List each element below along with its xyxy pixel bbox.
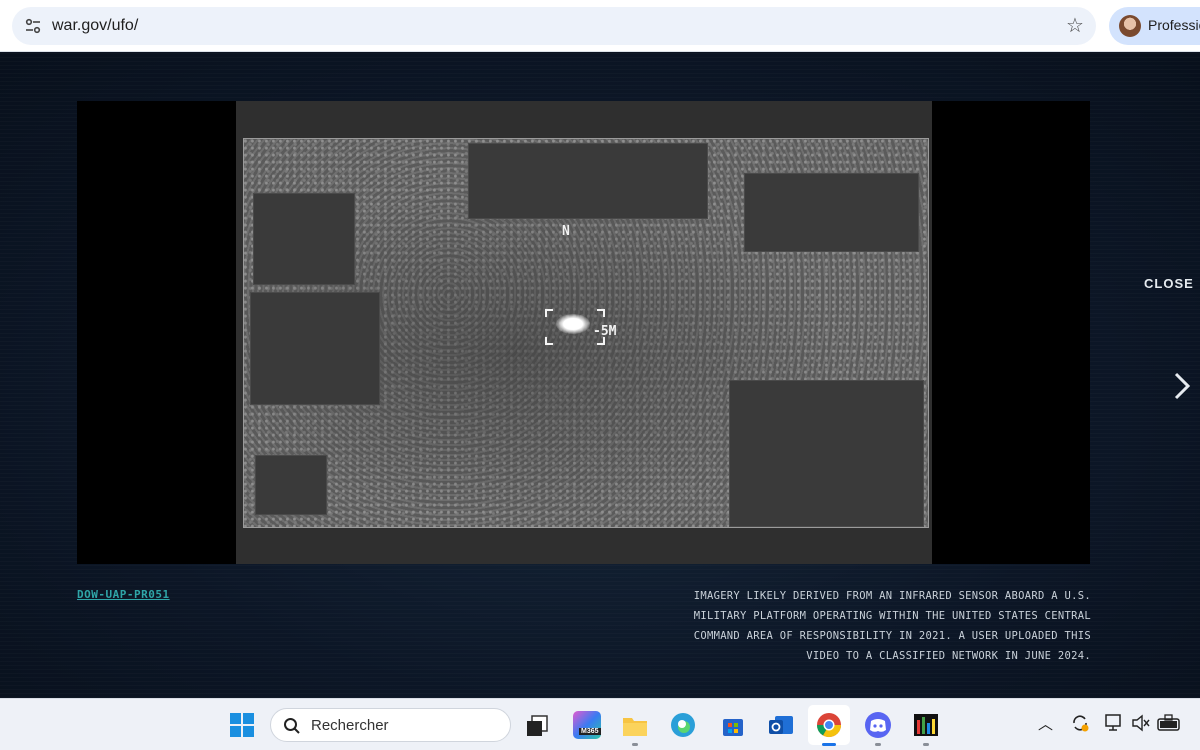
hud-heading-marker: N — [562, 224, 570, 239]
file-explorer-icon[interactable] — [621, 711, 649, 739]
video-player[interactable]: N -5M — [77, 101, 1090, 564]
caption-line: IMAGERY LIKELY DERIVED FROM AN INFRARED … — [693, 590, 1091, 602]
chrome-icon[interactable] — [815, 711, 843, 739]
close-button[interactable]: CLOSE — [1144, 276, 1194, 291]
resource-monitor-icon[interactable] — [912, 711, 940, 739]
discord-icon[interactable] — [864, 711, 892, 739]
sync-icon[interactable] — [1070, 713, 1090, 733]
profile-label: Professio — [1148, 17, 1200, 33]
taskbar: Rechercher M365 ︿ — [0, 698, 1200, 750]
caption-line: MILITARY PLATFORM OPERATING WITHIN THE U… — [693, 610, 1091, 622]
site-info-icon[interactable] — [24, 17, 42, 35]
profile-button[interactable]: Professio — [1109, 7, 1200, 45]
windows-start-icon[interactable] — [228, 711, 256, 739]
redaction-box — [744, 173, 919, 252]
address-bar[interactable]: war.gov/ufo/ ☆ — [12, 7, 1096, 45]
microsoft-store-icon[interactable] — [719, 711, 747, 739]
edge-icon[interactable] — [669, 711, 697, 739]
infrared-imagery: N -5M — [243, 138, 929, 528]
volume-muted-icon[interactable] — [1131, 714, 1151, 732]
avatar — [1119, 15, 1141, 37]
video-content: N -5M — [236, 101, 932, 564]
battery-icon[interactable] — [1157, 713, 1183, 733]
running-indicator — [875, 743, 881, 746]
browser-toolbar: war.gov/ufo/ ☆ Professio — [0, 0, 1200, 52]
m365-copilot-icon[interactable]: M365 — [573, 711, 601, 739]
running-indicator — [632, 743, 638, 746]
chevron-up-icon[interactable]: ︿ — [1038, 713, 1053, 734]
hud-range-readout: -5M — [593, 324, 617, 339]
bookmark-star-icon[interactable]: ☆ — [1062, 13, 1088, 39]
running-indicator — [923, 743, 929, 746]
chevron-right-icon[interactable] — [1170, 370, 1194, 402]
imagery-caption: IMAGERY LIKELY DERIVED FROM AN INFRARED … — [600, 586, 1091, 666]
taskbar-search[interactable]: Rechercher — [270, 708, 511, 742]
search-placeholder: Rechercher — [311, 717, 389, 734]
redaction-box — [253, 193, 355, 285]
redaction-box — [729, 380, 924, 527]
redaction-box — [255, 455, 327, 515]
caption-line: COMMAND AREA OF RESPONSIBILITY IN 2021. … — [693, 630, 1091, 642]
running-indicator — [822, 743, 836, 746]
redaction-box — [250, 292, 380, 405]
display-icon[interactable] — [1105, 714, 1125, 732]
outlook-icon[interactable] — [767, 711, 795, 739]
url-text[interactable]: war.gov/ufo/ — [52, 17, 138, 35]
search-icon — [284, 718, 300, 734]
redaction-box — [468, 143, 708, 219]
m365-badge: M365 — [579, 728, 601, 735]
uap-viewer-page: N -5M CLOSE DOW-UAP-PR051 IMAGERY LIKELY… — [0, 53, 1200, 698]
record-id-link[interactable]: DOW-UAP-PR051 — [77, 588, 170, 601]
caption-line: VIDEO TO A CLASSIFIED NETWORK IN JUNE 20… — [806, 650, 1091, 662]
task-view-icon[interactable] — [523, 711, 551, 739]
